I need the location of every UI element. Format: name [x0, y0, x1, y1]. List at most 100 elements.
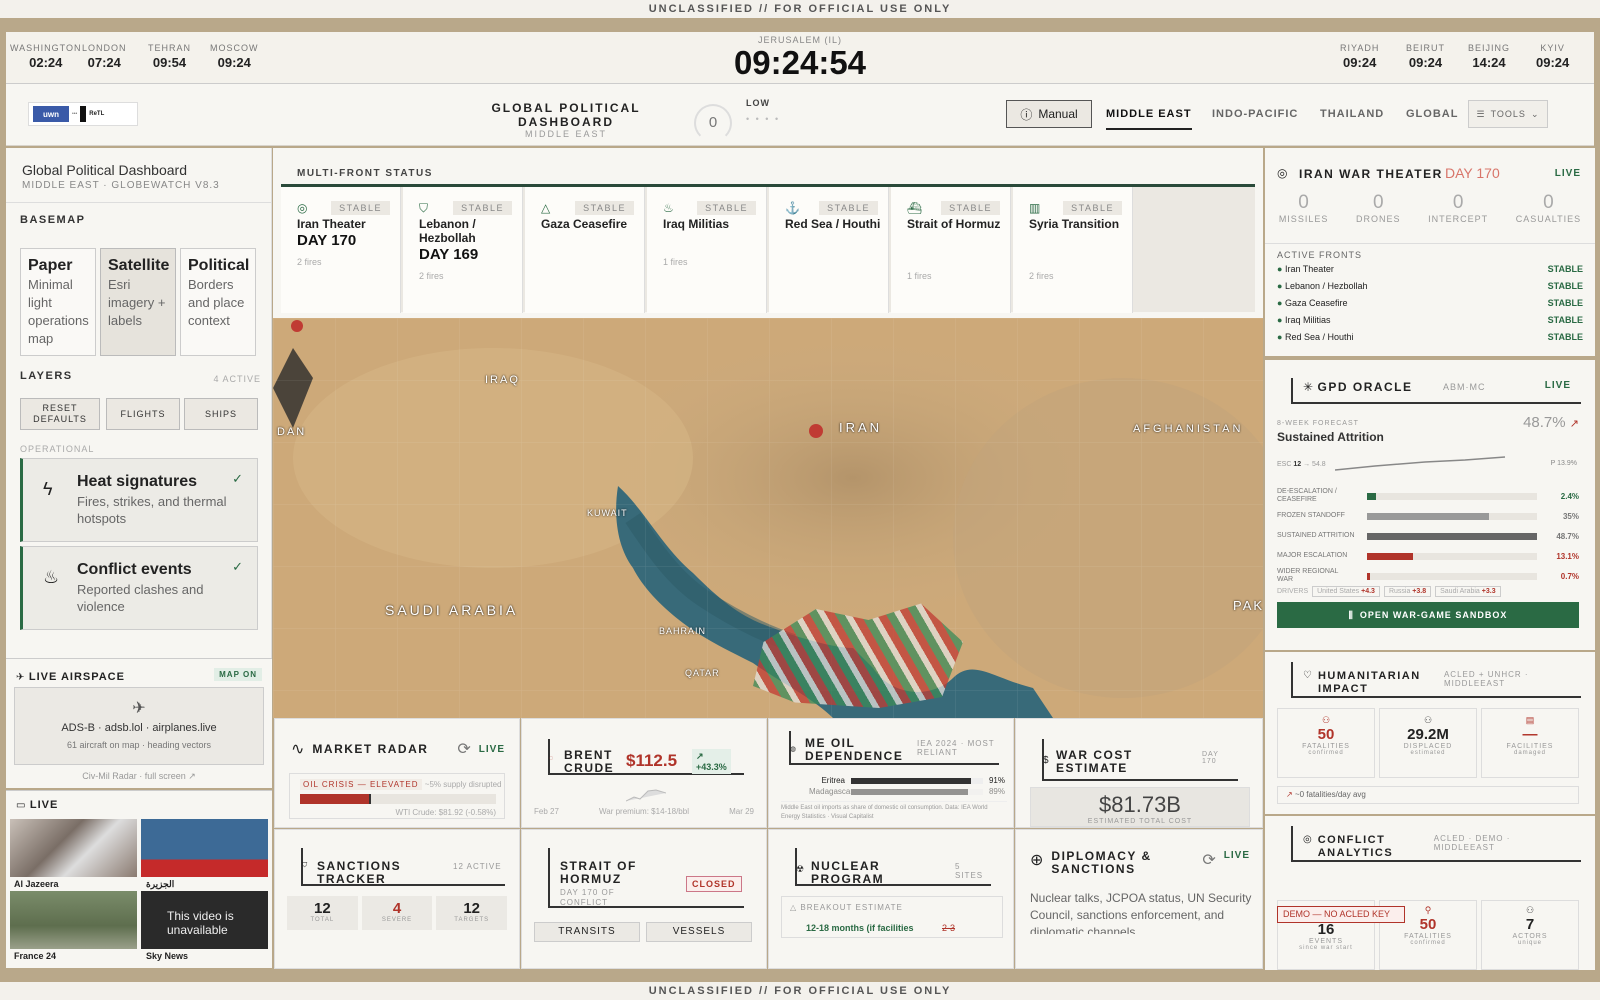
plane-icon: ✈ — [132, 700, 146, 717]
live-indicator: LIVE — [1554, 168, 1581, 179]
brent-header: ◌ BRENT CRUDE $112.5 ↗ +43.3% — [548, 739, 744, 775]
scenario-bar — [1367, 572, 1371, 580]
stat-casualties: 0 CASUALTIES — [1515, 192, 1582, 224]
hormuz-header: STRAIT OF HORMUZ DAY 170 OF CONFLICT CLO… — [548, 848, 744, 908]
tools-button[interactable]: ☰ TOOLS ⌄ — [1468, 100, 1548, 128]
oil-note: Middle East oil imports as share of dome… — [781, 801, 1007, 822]
fatality-trend: ↗ ~0 fatalities/day avg — [1277, 786, 1579, 804]
active-fronts-heading: ACTIVE FRONTS — [1277, 250, 1363, 260]
map-label-bahrain: BAHRAIN — [659, 626, 707, 636]
active-front-row: ● Iraq Militias STABLE — [1277, 315, 1583, 325]
front-gaza-ceasefire[interactable]: △ STABLE Gaza Ceasefire — [525, 187, 645, 313]
flights-button[interactable]: FLIGHTS — [106, 398, 180, 430]
diplomacy-text: Nuclear talks, JCPOA status, UN Security… — [1030, 891, 1252, 934]
map-label-iran: IRAN — [839, 420, 883, 435]
front-iraq-militias[interactable]: ♨ STABLE Iraq Militias 1 fires — [647, 187, 767, 313]
map-label-kuwait: KUWAIT — [587, 508, 628, 518]
basemap-heading: BASEMAP — [20, 214, 86, 226]
market-radar-card: ∿ MARKET RADAR ⟳ LIVE OIL CRISIS — ELEVATED… — [274, 718, 520, 828]
video-sky-news[interactable]: This video is unavailable — [141, 891, 268, 949]
panel-title: Global Political Dashboard — [22, 162, 187, 178]
open-war-game-sandbox-button[interactable]: ⫼ OPEN WAR-GAME SANDBOX — [1277, 602, 1579, 628]
video-al-jazeera[interactable] — [10, 819, 137, 877]
uwn-logo: uwn — [33, 106, 69, 122]
basemap-paper[interactable]: Paper Minimal light operations map — [20, 248, 96, 356]
operational-label: OPERATIONAL — [20, 444, 95, 454]
layer-conflict-events[interactable]: ♨ Conflict events Reported clashes and v… — [20, 546, 258, 630]
oil-rows: Eritrea 91% Madagascar 89% — [809, 775, 1005, 797]
diplomacy-header: ⊕ DIPLOMACY & SANCTIONS ⟳ LIVE — [1030, 849, 1250, 876]
war-stats: 0 MISSILES 0 DRONES 0 INTERCEPT 0 CASUALTIES — [1265, 192, 1595, 244]
reset-defaults-button[interactable]: RESET DEFAULTS — [20, 398, 100, 430]
war-cost-header: $ WAR COST ESTIMATE DAY 170 — [1042, 739, 1238, 781]
pulse-icon: ∿ — [291, 741, 305, 758]
airspace-heading: ✈ LIVE AIRSPACE — [16, 671, 125, 683]
basemap-satellite[interactable]: Satellite Esri imagery + labels — [100, 248, 176, 356]
satellite-map[interactable]: IRAQ IRAN AFGHANISTAN SAUDI ARABIA KUWAI… — [273, 318, 1263, 718]
map-on-badge[interactable]: MAP ON — [214, 668, 262, 681]
refresh-icon[interactable]: ⟳ — [1202, 850, 1215, 870]
live-heading: ▭ LIVE — [16, 799, 59, 811]
brent-sparkline — [626, 789, 666, 802]
layer-heat-signatures[interactable]: ϟ Heat signatures Fires, strikes, and th… — [20, 458, 258, 542]
forecast-name: Sustained Attrition — [1277, 430, 1384, 444]
tab-thailand[interactable]: THAILAND — [1320, 108, 1384, 128]
tab-indo-pacific[interactable]: INDO-PACIFIC — [1212, 108, 1298, 128]
brent-footer: Feb 27 War premium: $14-18/bbl Mar 29 — [534, 807, 754, 816]
world-clock-bar: WASHINGTON 02:24 LONDON 07:24 TEHRAN 09:54 … — [6, 32, 1594, 84]
dashboard-header: uwn ••• ReTL GLOBAL POLITICAL DASHBOARD … — [6, 84, 1594, 146]
video-al-jazeera-arabic[interactable] — [141, 819, 268, 877]
stat-targets: 12 TARGETS — [436, 896, 508, 930]
iran-war-title: IRAN WAR THEATER — [1299, 167, 1443, 181]
driver-chip: United States +4.3 — [1312, 586, 1380, 597]
basemap-political[interactable]: Political Borders and place context — [180, 248, 256, 356]
scenario-bar — [1367, 532, 1537, 540]
front-syria-transition[interactable]: ▥ STABLE Syria Transition 2 fires — [1013, 187, 1133, 313]
panel-subtitle: MIDDLE EAST · GLOBEWATCH V8.3 — [22, 180, 220, 191]
ships-button[interactable]: SHIPS — [184, 398, 258, 430]
diplomacy-sanctions-card: ⊕ DIPLOMACY & SANCTIONS ⟳ LIVE Nuclear talk… — [1015, 829, 1263, 969]
scenario-label: SUSTAINED ATTRITION — [1277, 532, 1355, 539]
warning-icon: △ — [541, 201, 551, 215]
tab-middle-east[interactable]: MIDDLE EAST — [1106, 108, 1192, 130]
layers-heading: LAYERS — [20, 370, 73, 382]
scenario-bar-row: WIDER REGIONAL WAR 0.7% — [1277, 566, 1579, 586]
stat-missiles: 0 MISSILES — [1278, 192, 1329, 224]
driver-chip: Saudi Arabia +3.3 — [1435, 586, 1501, 597]
civmil-radar-link[interactable]: Civ-Mil Radar · full screen ↗ — [6, 771, 272, 782]
video-france-24[interactable] — [10, 891, 137, 949]
left-control-panel: Global Political Dashboard MIDDLE EAST ·… — [6, 148, 272, 658]
multi-front-heading: MULTI-FRONT STATUS — [297, 168, 433, 179]
layers-count: 4 ACTIVE — [213, 374, 261, 384]
active-front-row: ● Iran Theater STABLE — [1277, 264, 1583, 274]
heat-signature-marker[interactable] — [809, 424, 823, 438]
p-value: P 13.9% — [1550, 460, 1577, 467]
classification-banner-top: UNCLASSIFIED // FOR OFFICIAL USE ONLY — [0, 0, 1600, 18]
checkmark-icon: ✓ — [232, 559, 243, 574]
stat-intercept: 0 INTERCEPT — [1428, 192, 1489, 224]
stat-fatalities: ⚇ 50 FATALITIES confirmed — [1277, 708, 1375, 778]
front-strait-of-hormuz[interactable]: ⛴ STABLE Strait of Hormuz 1 fires — [891, 187, 1011, 313]
tab-vessels[interactable]: VESSELS — [646, 922, 752, 942]
sanctions-stats: 12 TOTAL 4 SEVERE 12 TARGETS — [287, 896, 508, 930]
trend-up-icon: ↗ — [1569, 418, 1579, 430]
heat-signature-marker[interactable] — [291, 320, 303, 332]
refresh-icon[interactable]: ⟳ — [457, 739, 470, 759]
tab-global[interactable]: GLOBAL — [1406, 108, 1458, 128]
market-header: ∿ MARKET RADAR ⟳ LIVE — [291, 739, 505, 759]
map-label-dan: DAN — [277, 426, 307, 438]
oil-crisis-bar — [300, 794, 496, 804]
front-iran-theater[interactable]: ◎ STABLE Iran Theater DAY 170 2 fires — [281, 187, 401, 313]
front-red-sea-houthi[interactable]: ⚓ STABLE Red Sea / Houthi — [769, 187, 889, 313]
esc-label: ESC 12 → 54.8 — [1277, 461, 1326, 468]
stat-facilities: ▤ — FACILITIES damaged — [1481, 708, 1579, 778]
humanitarian-stats: ⚇ 50 FATALITIES confirmed ⚇ 29.2M DISPLACED es… — [1277, 708, 1579, 778]
risk-gauge: 0 — [694, 104, 732, 142]
manual-button[interactable]: ⓘ Manual — [1006, 100, 1092, 128]
front-lebanon-hezbollah[interactable]: ⛉ STABLE Lebanon / Hezbollah DAY 169 2 fires — [403, 187, 523, 313]
stat-displaced: ⚇ 29.2M DISPLACED estimated — [1379, 708, 1477, 778]
tab-transits[interactable]: TRANSITS — [534, 922, 640, 942]
strait-of-hormuz-card: STRAIT OF HORMUZ DAY 170 OF CONFLICT CLO… — [521, 829, 767, 969]
clock-beirut: BEIRUT 09:24 — [1406, 43, 1446, 70]
scenario-bars: DE-ESCALATION / CEASEFIRE 2.4% FROZEN STAN… — [1277, 486, 1579, 586]
